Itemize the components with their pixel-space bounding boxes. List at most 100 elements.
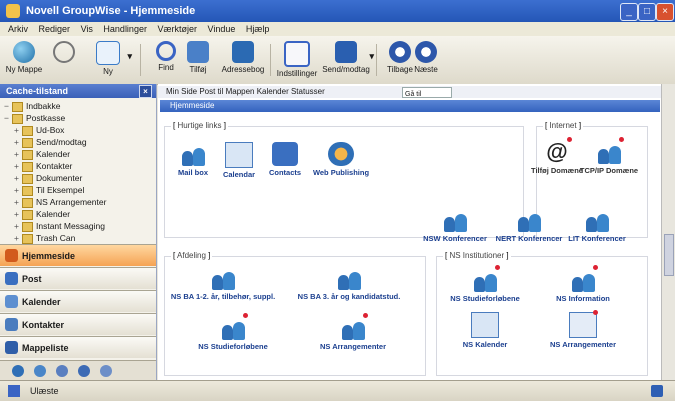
nav-contacts[interactable]: Kontakter: [0, 313, 156, 335]
menu-file[interactable]: Arkiv: [8, 22, 28, 36]
tree-item[interactable]: + Kalender: [4, 208, 156, 220]
expand-icon[interactable]: +: [14, 136, 22, 148]
forward-icon: [415, 41, 437, 63]
vertical-scrollbar[interactable]: [661, 84, 675, 380]
expand-icon[interactable]: +: [14, 220, 22, 232]
close-button[interactable]: ×: [656, 3, 674, 21]
expand-icon[interactable]: +: [14, 196, 22, 208]
dept-shortcut[interactable]: NS BA 1-2. år, tilbehør, suppl.: [168, 266, 278, 301]
expand-icon[interactable]: +: [14, 208, 22, 220]
chevron-down-icon[interactable]: ▾: [369, 51, 374, 62]
tasks-icon[interactable]: [78, 365, 90, 377]
menu-actions[interactable]: Handlinger: [103, 22, 147, 36]
window-title: Novell GroupWise - Hjemmeside: [26, 5, 196, 17]
inst-shortcut[interactable]: NS Studieforløbene: [440, 265, 530, 303]
toolbar-addressbook-button[interactable]: Adressebog: [218, 39, 268, 81]
mailbox-icon: [180, 142, 206, 166]
folder-icon: [22, 209, 33, 220]
dept-shortcut[interactable]: NS Arrangementer: [308, 313, 398, 351]
tree-item[interactable]: + NS Arrangementer: [4, 196, 156, 208]
expand-icon[interactable]: +: [14, 172, 22, 184]
nsw-conference-shortcut[interactable]: NSW Konferencer: [420, 208, 490, 243]
menu-window[interactable]: Vindue: [208, 22, 236, 36]
expand-icon[interactable]: −: [4, 100, 12, 112]
mail-icon[interactable]: [12, 365, 24, 377]
inst-shortcut[interactable]: NS Information: [538, 265, 628, 303]
notify-icon[interactable]: [651, 385, 663, 397]
toolbar-new-folder-button[interactable]: Ny Mappe: [2, 39, 46, 81]
folder-list-icon: [5, 341, 18, 354]
people-icon: [340, 313, 368, 340]
chevron-down-icon[interactable]: ▾: [127, 51, 132, 62]
tree-item[interactable]: + Ud-Box: [4, 124, 156, 136]
people-icon: [442, 208, 468, 232]
search-icon: [156, 41, 176, 61]
toolbar-settings-button[interactable]: Indstillinger: [272, 39, 322, 81]
people-icon: [220, 313, 248, 340]
nert-conference-shortcut[interactable]: NERT Konferencer: [494, 208, 564, 243]
addressbook-icon: [232, 41, 254, 63]
home-header-bar: Hjemmeside: [160, 100, 660, 112]
tree-item[interactable]: + Dokumenter: [4, 172, 156, 184]
dept-shortcut[interactable]: NS BA 3. år og kandidatstud.: [294, 266, 404, 301]
menu-help[interactable]: Hjælp: [246, 22, 270, 36]
contacts-icon: [5, 318, 18, 331]
tree-item[interactable]: + Til Eksempel: [4, 184, 156, 196]
close-icon[interactable]: ×: [139, 85, 152, 98]
toolbar-send-receive-button[interactable]: Send/modtag ▾: [320, 39, 374, 81]
tcpip-domain-shortcut[interactable]: TCP/IP Domæne: [578, 137, 640, 175]
goto-field[interactable]: Gå til: [402, 87, 452, 98]
web-publishing-shortcut[interactable]: Web Publishing: [306, 142, 376, 177]
inst-shortcut[interactable]: NS Kalender: [440, 312, 530, 349]
contacts-icon: [272, 142, 298, 166]
dept-shortcut[interactable]: NS Studieforløbene: [188, 313, 278, 351]
toolbar-add-button[interactable]: Tilføj: [176, 39, 220, 81]
main-panel: Min Side Post til Mappen Kalender Status…: [158, 84, 662, 380]
folder-icon: [12, 113, 23, 124]
expand-icon[interactable]: +: [14, 184, 22, 196]
status-bar: Ulæste: [0, 380, 675, 401]
globe-icon: [13, 41, 35, 63]
at-sign-icon: @: [544, 137, 572, 164]
menu-view[interactable]: Vis: [81, 22, 93, 36]
tree-item[interactable]: − Postkasse: [4, 112, 156, 124]
expand-icon[interactable]: +: [14, 148, 22, 160]
tree-item[interactable]: + Send/modtag: [4, 136, 156, 148]
menu-tools[interactable]: Værktøjer: [157, 22, 197, 36]
new-item-icon: [96, 41, 120, 65]
toolbar-forward-button[interactable]: Næste: [404, 39, 448, 81]
people-icon: [210, 266, 236, 290]
calendar-icon: [471, 312, 499, 338]
toolbar-new-button[interactable]: Ny ▾: [86, 39, 132, 81]
toolbar-separator: [140, 44, 141, 76]
expand-icon[interactable]: −: [4, 112, 12, 124]
tree-item[interactable]: + Instant Messaging: [4, 220, 156, 232]
nav-home[interactable]: Hjemmeside: [0, 244, 156, 266]
toolbar-refresh-button[interactable]: [42, 39, 86, 81]
nav-mail[interactable]: Post: [0, 267, 156, 289]
minimize-button[interactable]: _: [620, 3, 638, 21]
folder-icon: [22, 149, 33, 160]
maximize-button[interactable]: □: [638, 3, 656, 21]
tree-item[interactable]: + Trash Can: [4, 232, 156, 244]
nav-folder-list[interactable]: Mappeliste: [0, 336, 156, 358]
trash-icon: [22, 233, 33, 244]
scroll-thumb[interactable]: [664, 234, 674, 276]
expand-icon[interactable]: +: [14, 124, 22, 136]
add-icon: [187, 41, 209, 63]
notes-icon[interactable]: [100, 365, 112, 377]
inst-shortcut[interactable]: NS Arrangementer: [538, 310, 628, 349]
expand-icon[interactable]: +: [14, 232, 22, 244]
tree-item[interactable]: − Indbakke: [4, 100, 156, 112]
home-icon: [5, 249, 18, 262]
toolbar: Ny Mappe Ny ▾ Find Tilføj Adressebog Ind…: [0, 36, 675, 85]
lit-conference-shortcut[interactable]: LIT Konferencer: [562, 208, 632, 243]
tree-item[interactable]: + Kalender: [4, 148, 156, 160]
calendar-icon[interactable]: [34, 365, 46, 377]
nav-calendar[interactable]: Kalender: [0, 290, 156, 312]
expand-icon[interactable]: +: [14, 160, 22, 172]
menu-edit[interactable]: Rediger: [39, 22, 71, 36]
contacts-icon[interactable]: [56, 365, 68, 377]
folder-icon: [12, 101, 23, 112]
tree-item[interactable]: + Kontakter: [4, 160, 156, 172]
